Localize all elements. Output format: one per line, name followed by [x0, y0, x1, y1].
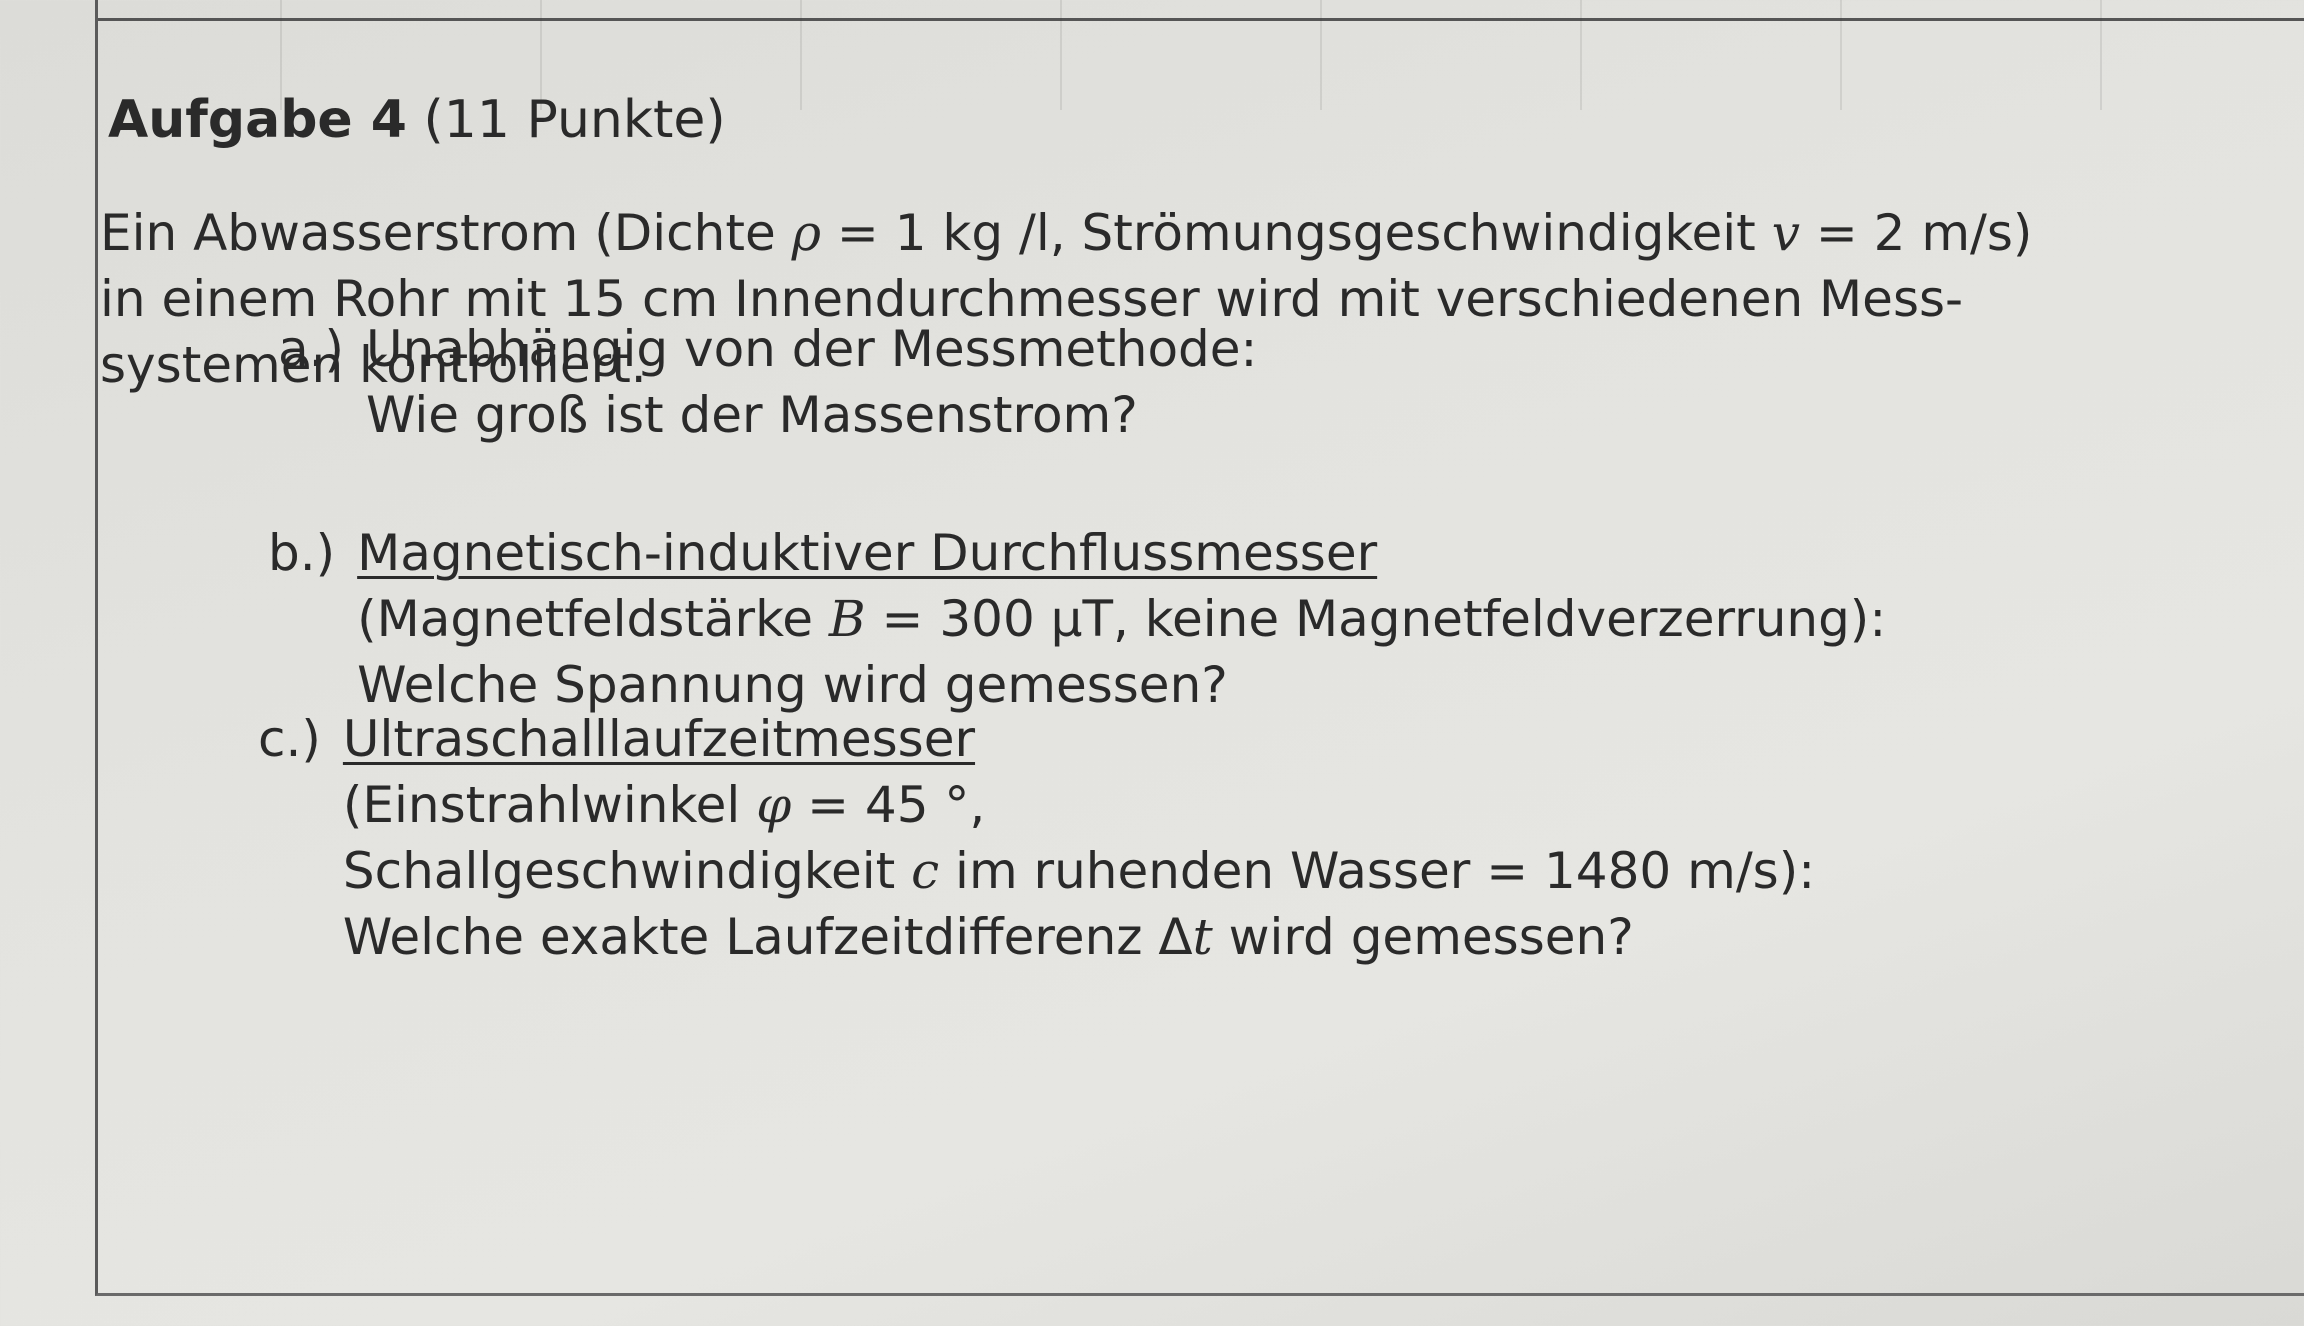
task-title: Aufgabe 4 (11 Punkte) — [108, 90, 726, 150]
part-a-line-1: Unabhängig von der Messmethode: — [366, 320, 1258, 378]
part-c-line-2: (Einstrahlwinkel φ = 45 °, — [342, 776, 986, 834]
part-b: b.) Magnetisch-induktiver Durchflussmess… — [268, 520, 1886, 718]
part-a: a.) Unabhängig von der Messmethode: Wie … — [278, 316, 1257, 448]
rho-symbol: ρ — [791, 204, 822, 262]
part-a-label: a.) — [278, 320, 345, 378]
part-b-heading: Magnetisch-induktiver Durchflussmesser — [357, 524, 1378, 582]
task-points: (11 Punkte) — [423, 90, 726, 150]
v-symbol: v — [1771, 204, 1800, 262]
part-c: c.) Ultraschalllaufzeitmesser (Einstrahl… — [258, 706, 1815, 970]
part-b-line-2: (Magnetfeldstärke B = 300 μT, keine Magn… — [357, 590, 1887, 648]
part-b-label: b.) — [268, 524, 336, 582]
B-symbol: B — [828, 590, 866, 648]
part-c-line-4: Welche exakte Laufzeitdifferenz Δt wird … — [342, 908, 1634, 966]
part-c-line-3: Schallgeschwindigkeit c im ruhenden Wass… — [342, 842, 1816, 900]
part-c-heading: Ultraschalllaufzeitmesser — [342, 710, 976, 768]
part-a-line-2: Wie groß ist der Massenstrom? — [366, 386, 1138, 444]
intro-line-1: Ein Abwasserstrom (Dichte ρ = 1 kg /l, S… — [100, 204, 2033, 262]
t-symbol: t — [1192, 908, 1213, 966]
task-number: Aufgabe 4 — [108, 90, 407, 150]
phi-symbol: φ — [756, 776, 792, 834]
part-c-label: c.) — [258, 710, 321, 768]
c-symbol: c — [911, 842, 940, 900]
